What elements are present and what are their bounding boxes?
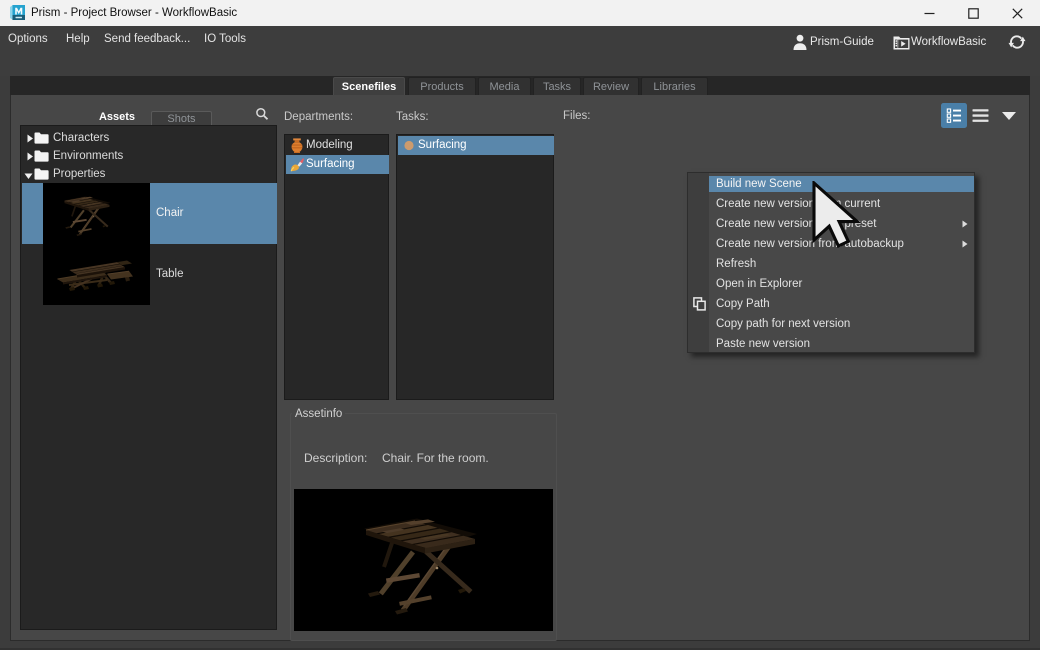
list-view-icon <box>968 103 994 128</box>
submenu-arrow-icon <box>962 220 968 228</box>
tab-tasks[interactable]: Tasks <box>533 77 581 95</box>
departments-label: Departments: <box>284 109 353 125</box>
tab-libraries[interactable]: Libraries <box>641 77 708 95</box>
department-item-surfacing[interactable]: Surfacing <box>286 155 389 174</box>
tab-products[interactable]: Products <box>408 77 476 95</box>
tab-media[interactable]: Media <box>478 77 531 95</box>
window-title: Prism - Project Browser - WorkflowBasic <box>31 0 237 26</box>
chevron-down-icon[interactable] <box>24 172 33 180</box>
asset-preview-image <box>294 489 553 631</box>
menu-item-label: Create new version from autobackup <box>716 236 904 252</box>
menu-item-label: Open in Explorer <box>716 276 802 292</box>
tree-item-properties[interactable]: Properties <box>22 165 275 183</box>
menu-item-label: Paste new version <box>716 336 810 352</box>
minimize-button[interactable] <box>907 0 951 26</box>
task-item-surfacing[interactable]: Surfacing <box>398 136 554 155</box>
menu-item-refresh[interactable]: Refresh <box>709 256 974 272</box>
menu-item-label: Build new Scene <box>716 176 802 192</box>
search-icon[interactable] <box>255 107 269 121</box>
tab-scenefiles[interactable]: Scenefiles <box>333 77 405 95</box>
mouse-cursor-icon <box>812 181 862 251</box>
folder-icon <box>34 168 49 180</box>
tasks-label: Tasks: <box>396 109 429 125</box>
menu-item-label: Copy path for next version <box>716 316 850 332</box>
files-label: Files: <box>563 108 590 124</box>
pottery-icon <box>290 138 304 153</box>
picnic-table-render <box>43 244 150 305</box>
chevron-down-icon <box>999 103 1019 128</box>
refresh-icon[interactable] <box>1008 34 1026 50</box>
asset-item-chair[interactable]: Chair <box>22 183 277 244</box>
detail-view-icon <box>941 103 967 128</box>
menu-item-copy-path[interactable]: Copy Path <box>709 296 974 312</box>
copy-icon <box>693 297 706 311</box>
chair-preview-render <box>294 489 553 631</box>
asset-item-label: Chair <box>156 183 183 244</box>
menu-item-open-in-explorer[interactable]: Open in Explorer <box>709 276 974 292</box>
close-icon <box>1012 8 1023 19</box>
folder-icon <box>34 132 49 144</box>
maya-app-icon <box>9 4 26 21</box>
titlebar: Prism - Project Browser - WorkflowBasic <box>0 0 1040 26</box>
menu-item-paste-new-version[interactable]: Paste new version <box>709 336 974 352</box>
view-options-button[interactable] <box>999 103 1019 128</box>
department-item-label: Surfacing <box>306 155 355 174</box>
close-button[interactable] <box>995 0 1039 26</box>
menu-item-copy-path-next-version[interactable]: Copy path for next version <box>709 316 974 332</box>
asset-item-table[interactable]: Table <box>22 244 277 305</box>
table-thumbnail <box>43 244 150 305</box>
departments-list: Modeling Surfacing <box>284 134 389 400</box>
tree-item-label: Environments <box>53 147 123 165</box>
tab-shots[interactable]: Shots <box>151 111 212 125</box>
tasks-list: Surfacing <box>396 134 554 400</box>
menu-options[interactable]: Options <box>8 26 48 53</box>
department-item-modeling[interactable]: Modeling <box>286 136 389 155</box>
menu-item-label: Copy Path <box>716 296 770 312</box>
maximize-button[interactable] <box>951 0 995 26</box>
description-label: Description: <box>304 451 367 466</box>
assetinfo-title: Assetinfo <box>292 407 345 422</box>
chevron-right-icon[interactable] <box>26 134 34 143</box>
menu-send-feedback[interactable]: Send feedback... <box>104 26 190 53</box>
maximize-icon <box>968 8 979 19</box>
menu-item-label: Refresh <box>716 256 756 272</box>
asset-tree: Characters Environments Properties Chair… <box>20 125 277 630</box>
chair-render <box>43 183 150 244</box>
tree-item-label: Characters <box>53 129 109 147</box>
paintbrush-icon <box>290 157 304 172</box>
description-value: Chair. For the room. <box>382 451 489 466</box>
context-menu-icon-column <box>688 173 709 352</box>
department-item-label: Modeling <box>306 136 353 155</box>
submenu-arrow-icon <box>962 240 968 248</box>
menu-io-tools[interactable]: IO Tools <box>204 26 246 53</box>
user-icon <box>793 34 807 50</box>
tree-item-characters[interactable]: Characters <box>22 129 275 147</box>
task-dot-icon <box>402 138 416 153</box>
tab-review[interactable]: Review <box>583 77 639 95</box>
chevron-right-icon[interactable] <box>26 152 34 161</box>
asset-item-label: Table <box>156 244 184 305</box>
task-item-label: Surfacing <box>418 136 467 155</box>
current-user-label[interactable]: Prism-Guide <box>810 26 874 59</box>
tree-item-environments[interactable]: Environments <box>22 147 275 165</box>
chair-thumbnail <box>43 183 150 244</box>
menu-help[interactable]: Help <box>66 26 90 53</box>
list-view-button[interactable] <box>968 103 994 128</box>
folder-icon <box>34 150 49 162</box>
tree-item-label: Properties <box>53 165 105 183</box>
project-icon <box>893 35 910 50</box>
project-name-label[interactable]: WorkflowBasic <box>911 26 986 59</box>
minimize-icon <box>924 8 935 19</box>
detail-view-button[interactable] <box>941 103 967 128</box>
